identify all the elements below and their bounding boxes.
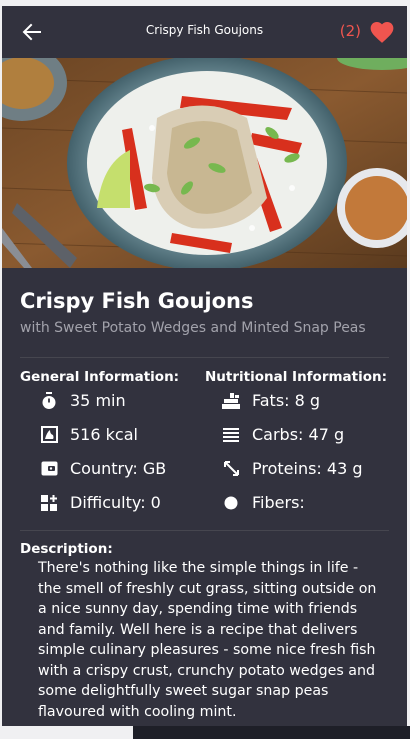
calories-row: 516 kcal [40, 425, 138, 444]
carbs-icon [222, 426, 240, 444]
fats-value: Fats: 8 g [252, 391, 321, 410]
recipe-details: Crispy Fish Goujons with Sweet Potato We… [2, 268, 407, 726]
description-text: There's nothing like the simple things i… [38, 560, 377, 720]
heart-icon[interactable] [369, 20, 395, 44]
general-info-heading: General Information: [20, 369, 180, 385]
carbs-row: Carbs: 47 g [222, 425, 344, 444]
background-strip [133, 726, 410, 739]
recipe-title: Crispy Fish Goujons [20, 289, 254, 313]
divider [20, 357, 389, 358]
favorites-count: (2) [339, 22, 361, 40]
fibers-row: Fibers: [222, 493, 305, 512]
divider [20, 530, 389, 531]
fats-icon [222, 392, 240, 410]
difficulty-value: Difficulty: 0 [70, 493, 161, 512]
recipe-subtitle: with Sweet Potato Wedges and Minted Snap… [20, 320, 366, 336]
app-bar: Crispy Fish Goujons (2) [2, 6, 407, 58]
country-row: Country: GB [40, 459, 166, 478]
fibers-icon [222, 494, 240, 512]
wallet-icon [40, 460, 58, 478]
app-screen: Crispy Fish Goujons (2) Crispy Fish Gouj… [2, 6, 407, 726]
calories-value: 516 kcal [70, 425, 138, 444]
fibers-value: Fibers: [252, 493, 305, 512]
nutrition-info-heading: Nutritional Information: [205, 369, 388, 385]
description-heading: Description: [20, 541, 113, 557]
difficulty-row: Difficulty: 0 [40, 493, 161, 512]
time-row: 35 min [40, 391, 126, 410]
time-value: 35 min [70, 391, 126, 410]
proteins-row: Proteins: 43 g [222, 459, 363, 478]
recipe-photo [2, 58, 407, 268]
calories-icon [40, 426, 58, 444]
proteins-value: Proteins: 43 g [252, 459, 363, 478]
timer-icon [40, 391, 58, 410]
difficulty-icon [40, 494, 58, 512]
proteins-icon [222, 460, 240, 478]
country-value: Country: GB [70, 459, 167, 478]
fats-row: Fats: 8 g [222, 391, 320, 410]
carbs-value: Carbs: 47 g [252, 425, 345, 444]
